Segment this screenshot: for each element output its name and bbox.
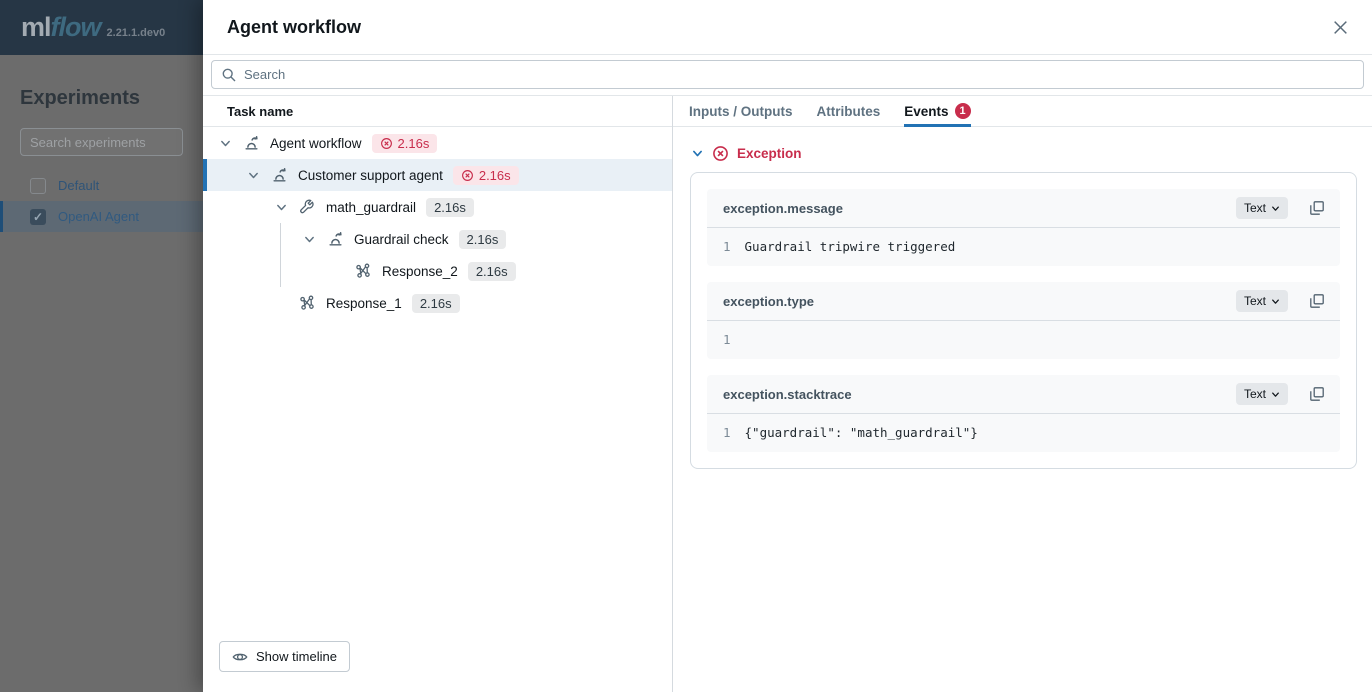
mlflow-logo: ml <box>21 12 51 43</box>
search-input[interactable] <box>211 60 1364 89</box>
tree-row-response-2[interactable]: Response_2 2.16s <box>203 255 672 287</box>
graph-icon <box>298 294 316 312</box>
duration-badge-error: 2.16s <box>372 134 438 153</box>
tree-row-label: Agent workflow <box>270 136 362 151</box>
tab-attributes[interactable]: Attributes <box>817 96 881 126</box>
duration-badge: 2.16s <box>459 230 507 249</box>
experiment-label: OpenAI Agent <box>58 209 139 224</box>
chevron-spacer <box>273 295 289 311</box>
format-select[interactable]: Text <box>1236 383 1288 405</box>
format-select[interactable]: Text <box>1236 290 1288 312</box>
graph-icon <box>354 262 372 280</box>
format-select[interactable]: Text <box>1236 197 1288 219</box>
mlflow-version: 2.21.1.dev0 <box>107 27 166 39</box>
duration-badge: 2.16s <box>412 294 460 313</box>
chevron-down-icon[interactable] <box>245 167 261 183</box>
exception-message-card: exception.message Text 1 Guardrail t <box>707 189 1340 266</box>
chevron-down-icon[interactable] <box>217 135 233 151</box>
agent-icon <box>242 134 260 152</box>
tree-row-agent-workflow[interactable]: Agent workflow 2.16s <box>203 127 672 159</box>
mlflow-logo-flow: flow <box>51 12 101 43</box>
tree-row-label: math_guardrail <box>326 200 416 215</box>
modal-header: Agent workflow <box>203 0 1372 55</box>
show-timeline-button[interactable]: Show timeline <box>219 641 350 672</box>
modal-search-row <box>203 55 1372 96</box>
tab-inputs-outputs[interactable]: Inputs / Outputs <box>689 96 793 126</box>
duration-badge: 2.16s <box>468 262 516 281</box>
tab-events[interactable]: Events 1 <box>904 96 970 126</box>
search-icon <box>221 67 237 83</box>
close-icon[interactable] <box>1328 15 1352 39</box>
tree-row-response-1[interactable]: Response_1 2.16s <box>203 287 672 319</box>
search-experiments-input[interactable] <box>20 128 183 156</box>
experiment-label: Default <box>58 178 99 193</box>
tree-row-label: Customer support agent <box>298 168 443 183</box>
detail-tabs: Inputs / Outputs Attributes Events 1 <box>673 96 1372 127</box>
copy-icon[interactable] <box>1308 292 1326 310</box>
attribute-key: exception.message <box>723 201 843 216</box>
exception-type-card: exception.type Text 1 <box>707 282 1340 359</box>
copy-icon[interactable] <box>1308 385 1326 403</box>
task-tree-pane: Task name Agent workflow <box>203 96 673 692</box>
duration-badge-error: 2.16s <box>453 166 519 185</box>
events-count-badge: 1 <box>955 103 971 119</box>
tree-row-label: Response_2 <box>382 264 458 279</box>
task-name-header: Task name <box>203 96 672 127</box>
experiment-item-openai-agent[interactable]: ✓ OpenAI Agent <box>0 201 203 232</box>
exception-card-group: exception.message Text 1 Guardrail t <box>690 172 1357 469</box>
exception-section-title: Exception <box>737 146 802 161</box>
tree-row-customer-support-agent[interactable]: Customer support agent 2.16s <box>203 159 672 191</box>
mlflow-navbar: mlflow 2.21.1.dev0 <box>0 0 203 55</box>
agent-icon <box>326 230 344 248</box>
trace-detail-modal: Agent workflow Task name <box>203 0 1372 692</box>
code-block: 1 Guardrail tripwire triggered <box>707 228 1340 266</box>
error-circle-icon <box>712 145 729 162</box>
checkbox-checked[interactable]: ✓ <box>30 209 46 225</box>
code-block: 1 <box>707 321 1340 359</box>
copy-icon[interactable] <box>1308 199 1326 217</box>
tree-row-guardrail-check[interactable]: Guardrail check 2.16s <box>203 223 672 255</box>
experiments-sidebar: mlflow 2.21.1.dev0 Experiments Default ✓… <box>0 0 203 692</box>
duration-badge: 2.16s <box>426 198 474 217</box>
attribute-key: exception.stacktrace <box>723 387 852 402</box>
attribute-key: exception.type <box>723 294 814 309</box>
span-detail-pane: Inputs / Outputs Attributes Events 1 Exc… <box>673 96 1372 692</box>
modal-title: Agent workflow <box>227 17 361 38</box>
chevron-down-icon[interactable] <box>301 231 317 247</box>
code-block: 1 {"guardrail": "math_guardrail"} <box>707 414 1340 452</box>
chevron-spacer <box>329 263 345 279</box>
experiment-item-default[interactable]: Default <box>0 170 203 201</box>
wrench-icon <box>298 198 316 216</box>
tree-row-math-guardrail[interactable]: math_guardrail 2.16s <box>203 191 672 223</box>
eye-icon <box>232 649 248 665</box>
checkbox-unchecked[interactable] <box>30 178 46 194</box>
tree-row-label: Guardrail check <box>354 232 449 247</box>
experiments-title: Experiments <box>20 87 203 110</box>
tree-row-label: Response_1 <box>326 296 402 311</box>
exception-stacktrace-card: exception.stacktrace Text 1 {"guardr <box>707 375 1340 452</box>
agent-icon <box>270 166 288 184</box>
chevron-down-icon[interactable] <box>273 199 289 215</box>
chevron-down-icon[interactable] <box>691 147 704 160</box>
